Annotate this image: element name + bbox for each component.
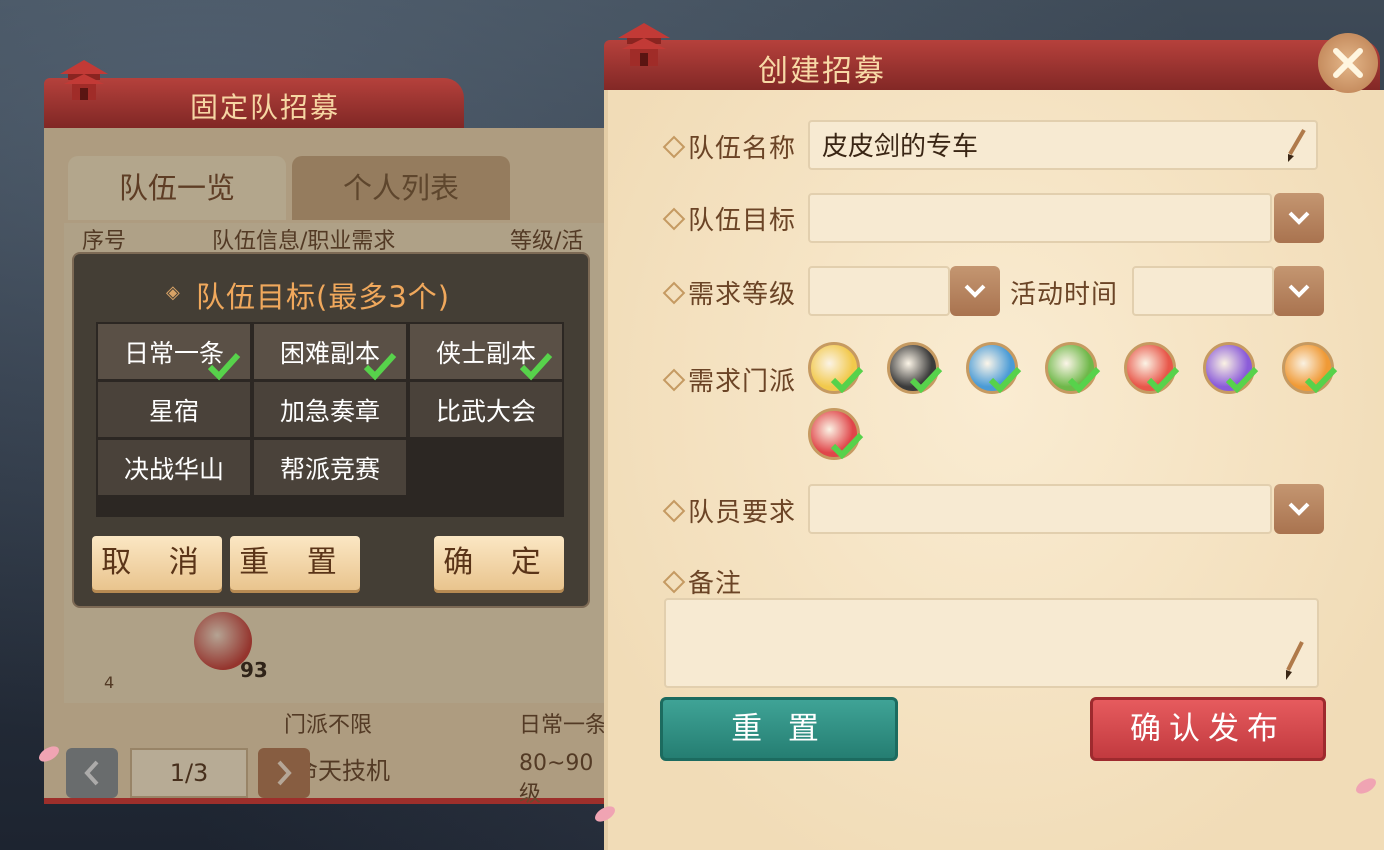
checkmark-icon [909,366,943,394]
checkmark-icon [988,366,1022,394]
team-target-label: 队伍目标 [688,206,797,236]
target-option-star[interactable]: 星宿 [98,382,250,437]
chevron-down-icon [1288,502,1310,516]
team-name-label: 队伍名称 [688,134,797,164]
level-dropdown-button[interactable] [950,266,1000,316]
panel-header: 固定队招募 [44,60,464,130]
option-label: 星宿 [148,396,199,426]
option-label: 加急奏章 [279,396,380,426]
option-label: 决战华山 [123,454,224,484]
option-label: 比武大会 [435,396,536,426]
close-icon [1333,48,1363,78]
member-requirement-dropdown-button[interactable] [1274,484,1324,534]
diamond-icon: ◈ [166,282,180,303]
checkmark-icon [519,352,553,381]
checkmark-icon [830,432,864,460]
target-option-tournament[interactable]: 比武大会 [410,382,562,437]
panel-title: 创建招募 [758,54,886,89]
pavilion-icon [618,23,670,66]
chevron-down-icon [1288,211,1310,225]
checkmark-icon [1067,366,1101,394]
target-option-daily[interactable]: 日常一条 [98,324,250,381]
option-label: 帮派竞赛 [279,454,380,484]
target-option-hero-dungeon[interactable]: 侠士副本 [410,324,562,381]
checkmark-icon [830,366,864,394]
reset-button[interactable]: 重 置 [230,536,360,590]
target-option-urgent-memorial[interactable]: 加急奏章 [254,382,406,437]
member-requirement-select[interactable] [808,484,1272,534]
reset-form-button[interactable]: 重 置 [660,697,898,761]
team-name-input[interactable]: 皮皮剑的专车 [808,120,1318,170]
panel-title: 固定队招募 [190,91,341,124]
checkmark-icon [1225,366,1259,394]
level-select[interactable] [808,266,950,316]
pavilion-icon [60,60,108,100]
note-textarea[interactable] [664,598,1319,688]
checkmark-icon [207,352,241,381]
level-label: 需求等级 [688,280,797,310]
activity-time-select[interactable] [1132,266,1274,316]
target-option-huashan[interactable]: 决战华山 [98,440,250,495]
publish-button[interactable]: 确认发布 [1090,697,1326,761]
activity-time-dropdown-button[interactable] [1274,266,1324,316]
confirm-button[interactable]: 确 定 [434,536,564,590]
team-target-select[interactable] [808,193,1272,243]
checkmark-icon [363,352,397,381]
member-requirement-label: 队员要求 [688,498,797,528]
panel-header: 创建招募 [604,23,1380,94]
checkmark-icon [1304,366,1338,394]
activity-time-label: 活动时间 [1010,280,1119,310]
brush-icon [1286,641,1304,680]
target-option-guild-contest[interactable]: 帮派竞赛 [254,440,406,495]
chevron-down-icon [1288,284,1310,298]
team-target-dropdown-button[interactable] [1274,193,1324,243]
cancel-button[interactable]: 取 消 [92,536,222,590]
note-label: 备注 [688,569,743,599]
target-option-hard-dungeon[interactable]: 困难副本 [254,324,406,381]
popup-title: 队伍目标(最多3个) [196,280,451,314]
target-options-grid: 日常一条 困难副本 侠士副本 星宿 加急奏章 比武大会 决战华山 帮派竞赛 [96,322,564,517]
team-target-popup: ◈ 队伍目标(最多3个) 日常一条 困难副本 侠士副本 星宿 加急奏章 比武大会… [72,252,590,608]
sect-label: 需求门派 [688,367,797,397]
brush-icon [1288,128,1306,162]
checkmark-icon [1146,366,1180,394]
chevron-down-icon [964,284,986,298]
close-button[interactable] [1318,33,1378,93]
